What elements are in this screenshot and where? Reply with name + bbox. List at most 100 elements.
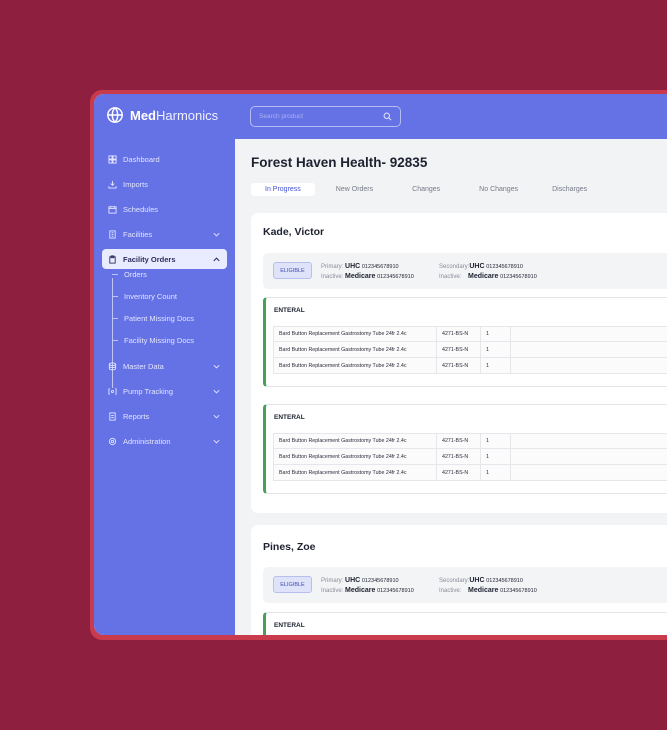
submenu-label: Facility Missing Docs xyxy=(124,336,195,345)
primary-id: 012345678910 xyxy=(361,264,399,270)
order-group-title: ENTERAL xyxy=(274,414,305,421)
chevron-down-icon xyxy=(213,439,220,443)
report-icon xyxy=(109,411,116,421)
pump-icon xyxy=(108,387,117,395)
item-quantity: 1 xyxy=(481,358,511,373)
table-row[interactable]: Bard Button Replacement Gastrostomy Tube… xyxy=(273,358,667,374)
dashboard-icon xyxy=(108,154,117,164)
secondary-label: Secondary: xyxy=(439,264,470,270)
inactive-label: Inactive: xyxy=(321,588,344,594)
item-description: Bard Button Replacement Gastrostomy Tube… xyxy=(274,327,437,341)
app-logo[interactable]: Med Harmonics xyxy=(106,106,218,124)
order-group: ENTERAL Bard Button Replacement Gastrost… xyxy=(263,297,667,387)
secondary-insurance: Secondary:UHC 012345678910 Inactive: Med… xyxy=(439,576,537,596)
main-content: Forest Haven Health- 92835 In Progress N… xyxy=(235,139,667,635)
inactive-name: Medicare xyxy=(345,273,376,280)
primary-name: UHC xyxy=(345,577,361,584)
table-row[interactable]: Bard Button Replacement Gastrostomy Tube… xyxy=(273,465,667,481)
sidebar-item-label: Facilities xyxy=(123,229,153,239)
item-quantity: 1 xyxy=(481,449,511,464)
inactive-name: Medicare xyxy=(468,273,499,280)
chevron-down-icon xyxy=(213,414,220,418)
tab-discharges[interactable]: Discharges xyxy=(552,186,587,193)
status-tabs: In Progress New Orders Changes No Change… xyxy=(251,182,587,196)
import-icon xyxy=(108,180,117,189)
logo-icon xyxy=(107,107,123,123)
item-description: Bard Button Replacement Gastrostomy Tube… xyxy=(274,465,437,480)
sidebar-item-facilities[interactable]: Facilities xyxy=(102,224,227,244)
sidebar-item-label: Facility Orders xyxy=(123,254,176,264)
chevron-up-icon xyxy=(213,256,220,261)
inactive-label: Inactive: xyxy=(439,588,462,594)
inactive-id: 012345678910 xyxy=(377,588,414,594)
chevron-down-icon xyxy=(213,364,220,368)
item-quantity: 1 xyxy=(481,434,511,448)
submenu-item-patient-missing-docs[interactable]: Patient Missing Docs xyxy=(112,314,194,323)
item-code: 4271-BS-N xyxy=(437,449,481,464)
submenu-item-inventory-count[interactable]: Inventory Count xyxy=(112,292,177,301)
sidebar-item-label: Imports xyxy=(123,179,149,189)
order-group-title: ENTERAL xyxy=(274,622,305,629)
sidebar-item-label: Schedules xyxy=(123,204,159,214)
patient-name[interactable]: Pines, Zoe xyxy=(263,541,316,553)
item-quantity: 1 xyxy=(481,327,511,341)
search-icon xyxy=(383,112,392,121)
building-icon xyxy=(109,229,116,239)
table-row[interactable]: Bard Button Replacement Gastrostomy Tube… xyxy=(273,342,667,358)
patient-name[interactable]: Kade, Victor xyxy=(263,226,324,238)
brand-rest: Harmonics xyxy=(156,107,219,123)
page-title: Forest Haven Health- 92835 xyxy=(251,155,428,170)
primary-insurance: Primary: UHC 012345678910 Inactive: Medi… xyxy=(321,262,414,282)
primary-insurance: Primary: UHC 012345678910 Inactive: Medi… xyxy=(321,576,414,596)
submenu-label: Patient Missing Docs xyxy=(124,314,195,323)
tab-in-progress[interactable]: In Progress xyxy=(251,182,315,196)
inactive-id: 012345678910 xyxy=(500,588,537,594)
inactive-name: Medicare xyxy=(468,587,499,594)
table-row[interactable]: Bard Button Replacement Gastrostomy Tube… xyxy=(273,326,667,342)
order-group: ENTERAL Bard Button Replacement Gastrost… xyxy=(263,404,667,494)
patient-card: Pines, Zoe ELIGIBLE Primary: UHC 0123456… xyxy=(251,525,667,635)
table-row[interactable]: Bard Button Replacement Gastrostomy Tube… xyxy=(273,433,667,449)
tab-no-changes[interactable]: No Changes xyxy=(479,186,518,193)
secondary-name: UHC xyxy=(469,577,485,584)
inactive-label: Inactive: xyxy=(321,274,344,280)
inactive-id: 012345678910 xyxy=(377,274,414,280)
secondary-id: 012345678910 xyxy=(486,578,523,584)
item-code: 4271-BS-N xyxy=(437,465,481,480)
inactive-label: Inactive: xyxy=(439,274,462,280)
sidebar-item-schedules[interactable]: Schedules xyxy=(102,199,227,219)
order-group: ENTERAL xyxy=(263,612,667,635)
submenu-item-orders[interactable]: Orders xyxy=(112,270,147,279)
sidebar-item-master-data[interactable]: Master Data xyxy=(102,356,227,376)
primary-label: Primary: xyxy=(321,578,344,584)
search-input[interactable]: Search product xyxy=(250,106,401,127)
submenu-label: Inventory Count xyxy=(124,292,177,301)
sidebar-item-administration[interactable]: Administration xyxy=(102,431,227,451)
sidebar-item-facility-orders[interactable]: Facility Orders xyxy=(102,249,227,269)
sidebar-item-label: Administration xyxy=(123,436,171,446)
secondary-id: 012345678910 xyxy=(486,264,523,270)
sidebar-item-reports[interactable]: Reports xyxy=(102,406,227,426)
sidebar-item-label: Master Data xyxy=(123,361,164,371)
sidebar-item-imports[interactable]: Imports xyxy=(102,174,227,194)
tab-changes[interactable]: Changes xyxy=(412,186,440,193)
item-description: Bard Button Replacement Gastrostomy Tube… xyxy=(274,449,437,464)
item-code: 4271-BS-N xyxy=(437,358,481,373)
item-description: Bard Button Replacement Gastrostomy Tube… xyxy=(274,342,437,357)
sidebar-item-label: Reports xyxy=(123,411,150,421)
primary-id: 012345678910 xyxy=(361,578,399,584)
eligibility-badge: ELIGIBLE xyxy=(273,576,312,593)
submenu-item-facility-missing-docs[interactable]: Facility Missing Docs xyxy=(112,336,194,345)
item-description: Bard Button Replacement Gastrostomy Tube… xyxy=(274,358,437,373)
order-table: Bard Button Replacement Gastrostomy Tube… xyxy=(273,326,667,374)
tab-new-orders[interactable]: New Orders xyxy=(336,186,373,193)
gear-icon xyxy=(108,437,117,445)
inactive-name: Medicare xyxy=(345,587,376,594)
item-code: 4271-BS-N xyxy=(437,342,481,357)
table-row[interactable]: Bard Button Replacement Gastrostomy Tube… xyxy=(273,449,667,465)
insurance-summary: ELIGIBLE Primary: UHC 012345678910 Inact… xyxy=(263,253,667,289)
sidebar-item-dashboard[interactable]: Dashboard xyxy=(102,149,227,169)
sidebar-item-pump-tracking[interactable]: Pump Tracking xyxy=(102,381,227,401)
patient-card: Kade, Victor ELIGIBLE Primary: UHC 01234… xyxy=(251,213,667,513)
app-window: Med Harmonics Search product Dashboard I… xyxy=(94,94,667,635)
